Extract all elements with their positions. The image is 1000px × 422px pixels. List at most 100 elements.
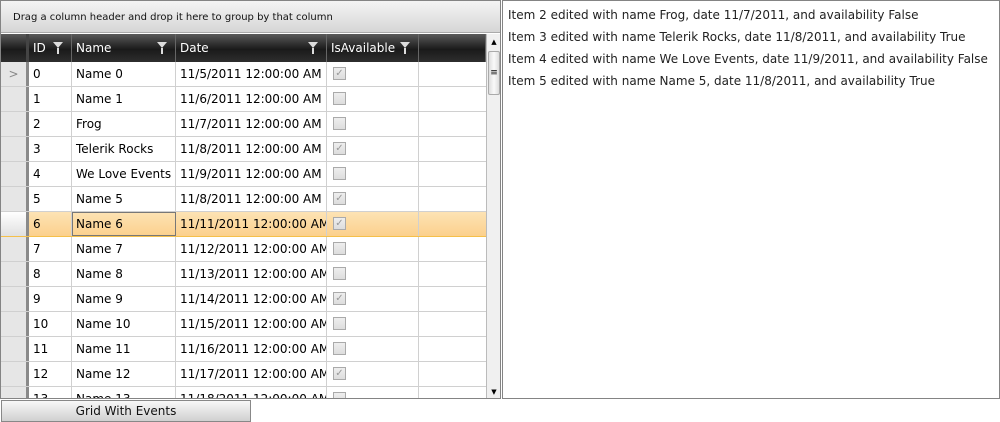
table-row[interactable]: 11 Name 11 11/16/2011 12:00:00 AM <box>1 337 486 362</box>
cell-isavailable[interactable] <box>327 112 419 136</box>
table-row[interactable]: 4 We Love Events 11/9/2011 12:00:00 AM <box>1 162 486 187</box>
table-row[interactable]: 7 Name 7 11/12/2011 12:00:00 AM <box>1 237 486 262</box>
table-row[interactable]: 5 Name 5 11/8/2011 12:00:00 AM ✓ <box>1 187 486 212</box>
filter-icon[interactable] <box>400 42 410 54</box>
row-indicator[interactable]: > <box>1 62 29 86</box>
row-indicator[interactable] <box>1 337 29 361</box>
row-indicator[interactable] <box>1 237 29 261</box>
cell-isavailable[interactable]: ✓ <box>327 137 419 161</box>
cell-date[interactable]: 11/11/2011 12:00:00 AM <box>176 212 327 236</box>
checked-checkbox[interactable]: ✓ <box>333 142 346 155</box>
filter-icon[interactable] <box>308 42 318 54</box>
row-indicator[interactable] <box>1 187 29 211</box>
table-row[interactable]: >0 Name 0 11/5/2011 12:00:00 AM ✓ <box>1 62 486 87</box>
table-row[interactable]: 10 Name 10 11/15/2011 12:00:00 AM <box>1 312 486 337</box>
row-indicator[interactable] <box>1 362 29 386</box>
filter-icon[interactable] <box>53 42 63 54</box>
cell-name[interactable]: Name 10 <box>72 312 176 336</box>
cell-id[interactable]: 13 <box>29 387 72 398</box>
cell-isavailable[interactable] <box>327 162 419 186</box>
cell-isavailable[interactable]: ✓ <box>327 62 419 86</box>
row-indicator[interactable] <box>1 287 29 311</box>
grid-with-events-button[interactable]: Grid With Events <box>1 400 251 422</box>
column-header-name[interactable]: Name <box>72 34 176 62</box>
scroll-down-icon[interactable]: ▼ <box>487 384 500 398</box>
cell-date[interactable]: 11/15/2011 12:00:00 AM <box>176 312 327 336</box>
cell-id[interactable]: 6 <box>29 212 72 236</box>
table-row[interactable]: 9 Name 9 11/14/2011 12:00:00 AM ✓ <box>1 287 486 312</box>
cell-name[interactable]: Name 5 <box>72 187 176 211</box>
table-row[interactable]: 8 Name 8 11/13/2011 12:00:00 AM <box>1 262 486 287</box>
cell-isavailable[interactable] <box>327 337 419 361</box>
cell-name[interactable]: Name 11 <box>72 337 176 361</box>
cell-name[interactable]: Name 7 <box>72 237 176 261</box>
row-indicator[interactable] <box>1 162 29 186</box>
row-indicator[interactable] <box>1 262 29 286</box>
unchecked-checkbox[interactable] <box>333 167 346 180</box>
cell-date[interactable]: 11/8/2011 12:00:00 AM <box>176 137 327 161</box>
cell-date[interactable]: 11/7/2011 12:00:00 AM <box>176 112 327 136</box>
cell-name[interactable]: Name 0 <box>72 62 176 86</box>
cell-date[interactable]: 11/6/2011 12:00:00 AM <box>176 87 327 111</box>
checked-checkbox[interactable]: ✓ <box>333 292 346 305</box>
unchecked-checkbox[interactable] <box>333 342 346 355</box>
cell-date[interactable]: 11/16/2011 12:00:00 AM <box>176 337 327 361</box>
cell-name[interactable]: Frog <box>72 112 176 136</box>
unchecked-checkbox[interactable] <box>333 392 346 398</box>
cell-name[interactable]: Name 9 <box>72 287 176 311</box>
checked-checkbox[interactable]: ✓ <box>333 192 346 205</box>
table-row[interactable]: 13 Name 13 11/18/2011 12:00:00 AM <box>1 387 486 398</box>
cell-date[interactable]: 11/9/2011 12:00:00 AM <box>176 162 327 186</box>
row-indicator[interactable] <box>1 387 29 398</box>
cell-isavailable[interactable] <box>327 237 419 261</box>
unchecked-checkbox[interactable] <box>333 92 346 105</box>
row-indicator[interactable] <box>1 112 29 136</box>
row-indicator[interactable] <box>1 212 29 236</box>
unchecked-checkbox[interactable] <box>333 317 346 330</box>
unchecked-checkbox[interactable] <box>333 117 346 130</box>
cell-date[interactable]: 11/12/2011 12:00:00 AM <box>176 237 327 261</box>
cell-date[interactable]: 11/8/2011 12:00:00 AM <box>176 187 327 211</box>
cell-date[interactable]: 11/13/2011 12:00:00 AM <box>176 262 327 286</box>
checked-checkbox[interactable]: ✓ <box>333 67 346 80</box>
filter-icon[interactable] <box>157 42 167 54</box>
table-row[interactable]: 2 Frog 11/7/2011 12:00:00 AM <box>1 112 486 137</box>
table-row[interactable]: 6 Name 6 11/11/2011 12:00:00 AM ✓ <box>1 212 486 237</box>
row-indicator[interactable] <box>1 87 29 111</box>
cell-id[interactable]: 11 <box>29 337 72 361</box>
table-row[interactable]: 1 Name 1 11/6/2011 12:00:00 AM <box>1 87 486 112</box>
vertical-scrollbar[interactable]: ▲ ≡ ▼ <box>486 34 500 398</box>
checked-checkbox[interactable]: ✓ <box>333 367 346 380</box>
cell-isavailable[interactable] <box>327 387 419 398</box>
cell-name[interactable]: Telerik Rocks <box>72 137 176 161</box>
cell-id[interactable]: 1 <box>29 87 72 111</box>
cell-date[interactable]: 11/17/2011 12:00:00 AM <box>176 362 327 386</box>
cell-id[interactable]: 8 <box>29 262 72 286</box>
group-panel[interactable]: Drag a column header and drop it here to… <box>1 1 500 33</box>
cell-id[interactable]: 10 <box>29 312 72 336</box>
unchecked-checkbox[interactable] <box>333 242 346 255</box>
column-header-date[interactable]: Date <box>176 34 327 62</box>
checked-checkbox[interactable]: ✓ <box>333 217 346 230</box>
scroll-thumb[interactable]: ≡ <box>488 51 500 95</box>
cell-date[interactable]: 11/18/2011 12:00:00 AM <box>176 387 327 398</box>
cell-id[interactable]: 2 <box>29 112 72 136</box>
cell-name[interactable]: Name 1 <box>72 87 176 111</box>
table-row[interactable]: 3 Telerik Rocks 11/8/2011 12:00:00 AM ✓ <box>1 137 486 162</box>
cell-id[interactable]: 3 <box>29 137 72 161</box>
scroll-up-icon[interactable]: ▲ <box>487 34 500 50</box>
cell-isavailable[interactable]: ✓ <box>327 287 419 311</box>
unchecked-checkbox[interactable] <box>333 267 346 280</box>
cell-id[interactable]: 12 <box>29 362 72 386</box>
cell-id[interactable]: 5 <box>29 187 72 211</box>
cell-name[interactable]: Name 8 <box>72 262 176 286</box>
column-header-isavailable[interactable]: IsAvailable <box>327 34 419 62</box>
column-header-id[interactable]: ID <box>29 34 72 62</box>
cell-isavailable[interactable] <box>327 312 419 336</box>
cell-date[interactable]: 11/14/2011 12:00:00 AM <box>176 287 327 311</box>
cell-isavailable[interactable] <box>327 262 419 286</box>
cell-isavailable[interactable]: ✓ <box>327 212 419 236</box>
cell-name[interactable]: Name 6 <box>72 212 176 236</box>
cell-isavailable[interactable] <box>327 87 419 111</box>
cell-isavailable[interactable]: ✓ <box>327 362 419 386</box>
